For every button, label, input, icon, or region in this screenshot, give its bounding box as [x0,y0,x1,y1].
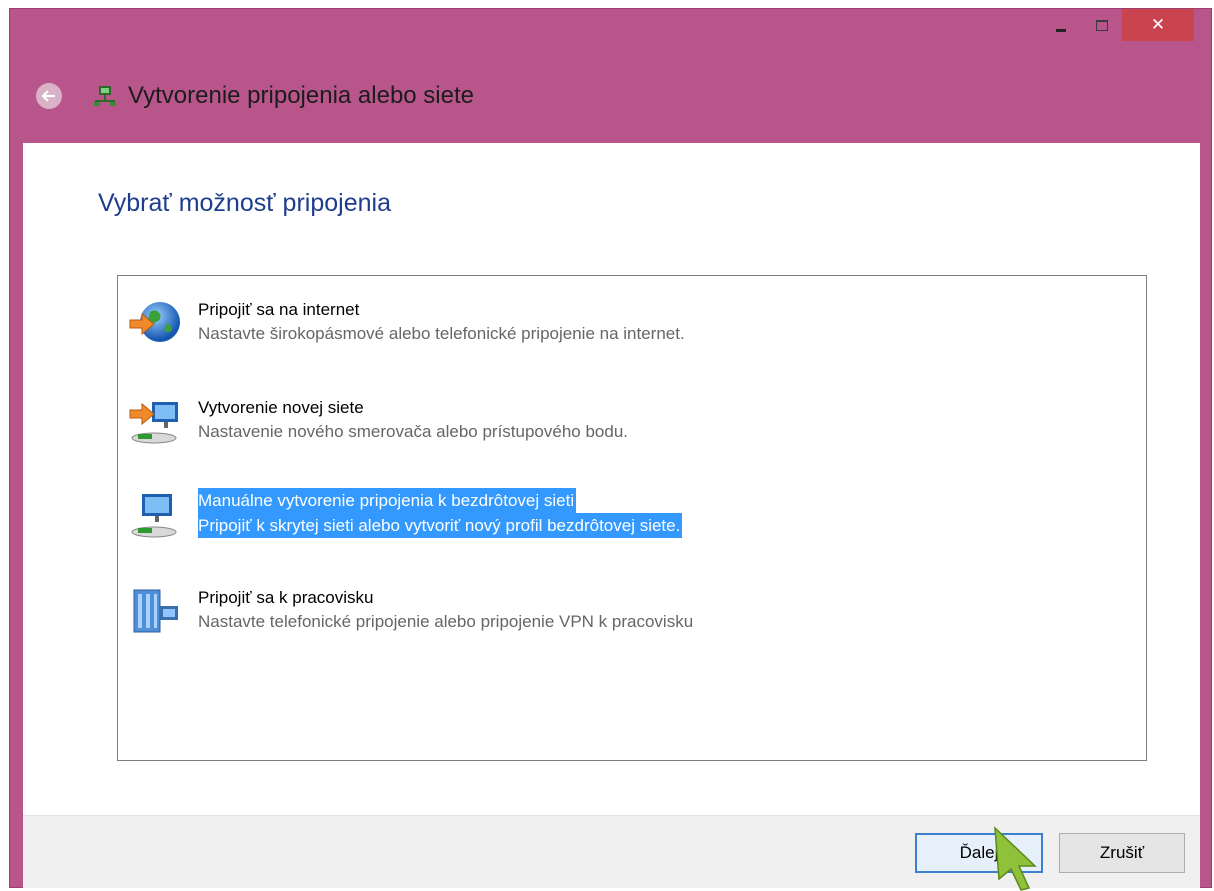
close-icon: ✕ [1150,15,1166,35]
page-heading: Vybrať možnosť pripojenia [98,189,391,217]
globe-connect-icon [129,302,180,342]
option-connect-internet[interactable]: Pripojiť sa na internet Nastavte širokop… [128,298,868,358]
back-arrow-icon [42,90,55,102]
option-manual-wireless[interactable]: Manuálne vytvorenie pripojenia k bezdrôt… [128,488,868,548]
window-title: Vytvorenie pripojenia alebo siete [128,82,474,109]
option-new-network[interactable]: Vytvorenie novej siete Nastavenie nového… [128,396,868,456]
close-button[interactable]: ✕ [1122,9,1194,41]
maximize-icon [1096,19,1108,31]
option-title: Pripojiť sa k pracovisku [198,588,374,607]
cancel-button[interactable]: Zrušiť [1059,833,1185,873]
title-bar[interactable]: ✕ [10,9,1211,47]
new-network-icon [129,402,178,444]
wireless-network-icon [131,494,177,538]
option-description: Nastavte telefonické pripojenie alebo pr… [198,612,694,631]
option-title: Vytvorenie novej siete [198,398,364,417]
nav-row: Vytvorenie pripojenia alebo siete [10,71,1211,121]
content-area: Vybrať možnosť pripojenia Pripojiť sa na… [23,143,1200,815]
workplace-icon [133,589,178,633]
option-description: Nastavte širokopásmové alebo telefonické… [198,324,685,343]
wizard-window: ✕ Vytvorenie pripojenia alebo siete Vybr… [9,8,1212,888]
maximize-button[interactable] [1082,9,1122,41]
option-description: Nastavenie nového smerovača alebo prístu… [198,422,629,441]
connection-options-list: Pripojiť sa na internet Nastavte širokop… [117,275,1147,761]
option-workplace[interactable]: Pripojiť sa k pracovisku Nastavte telefo… [128,586,868,646]
minimize-icon [1056,28,1066,32]
network-connection-icon [94,86,116,106]
minimize-button[interactable] [1040,9,1082,41]
option-title: Pripojiť sa na internet [198,300,360,319]
mouse-pointer-icon [994,826,1037,891]
option-description: Pripojiť k skrytej sieti alebo vytvoriť … [198,513,683,538]
option-title: Manuálne vytvorenie pripojenia k bezdrôt… [198,488,577,513]
back-button[interactable] [36,83,62,109]
